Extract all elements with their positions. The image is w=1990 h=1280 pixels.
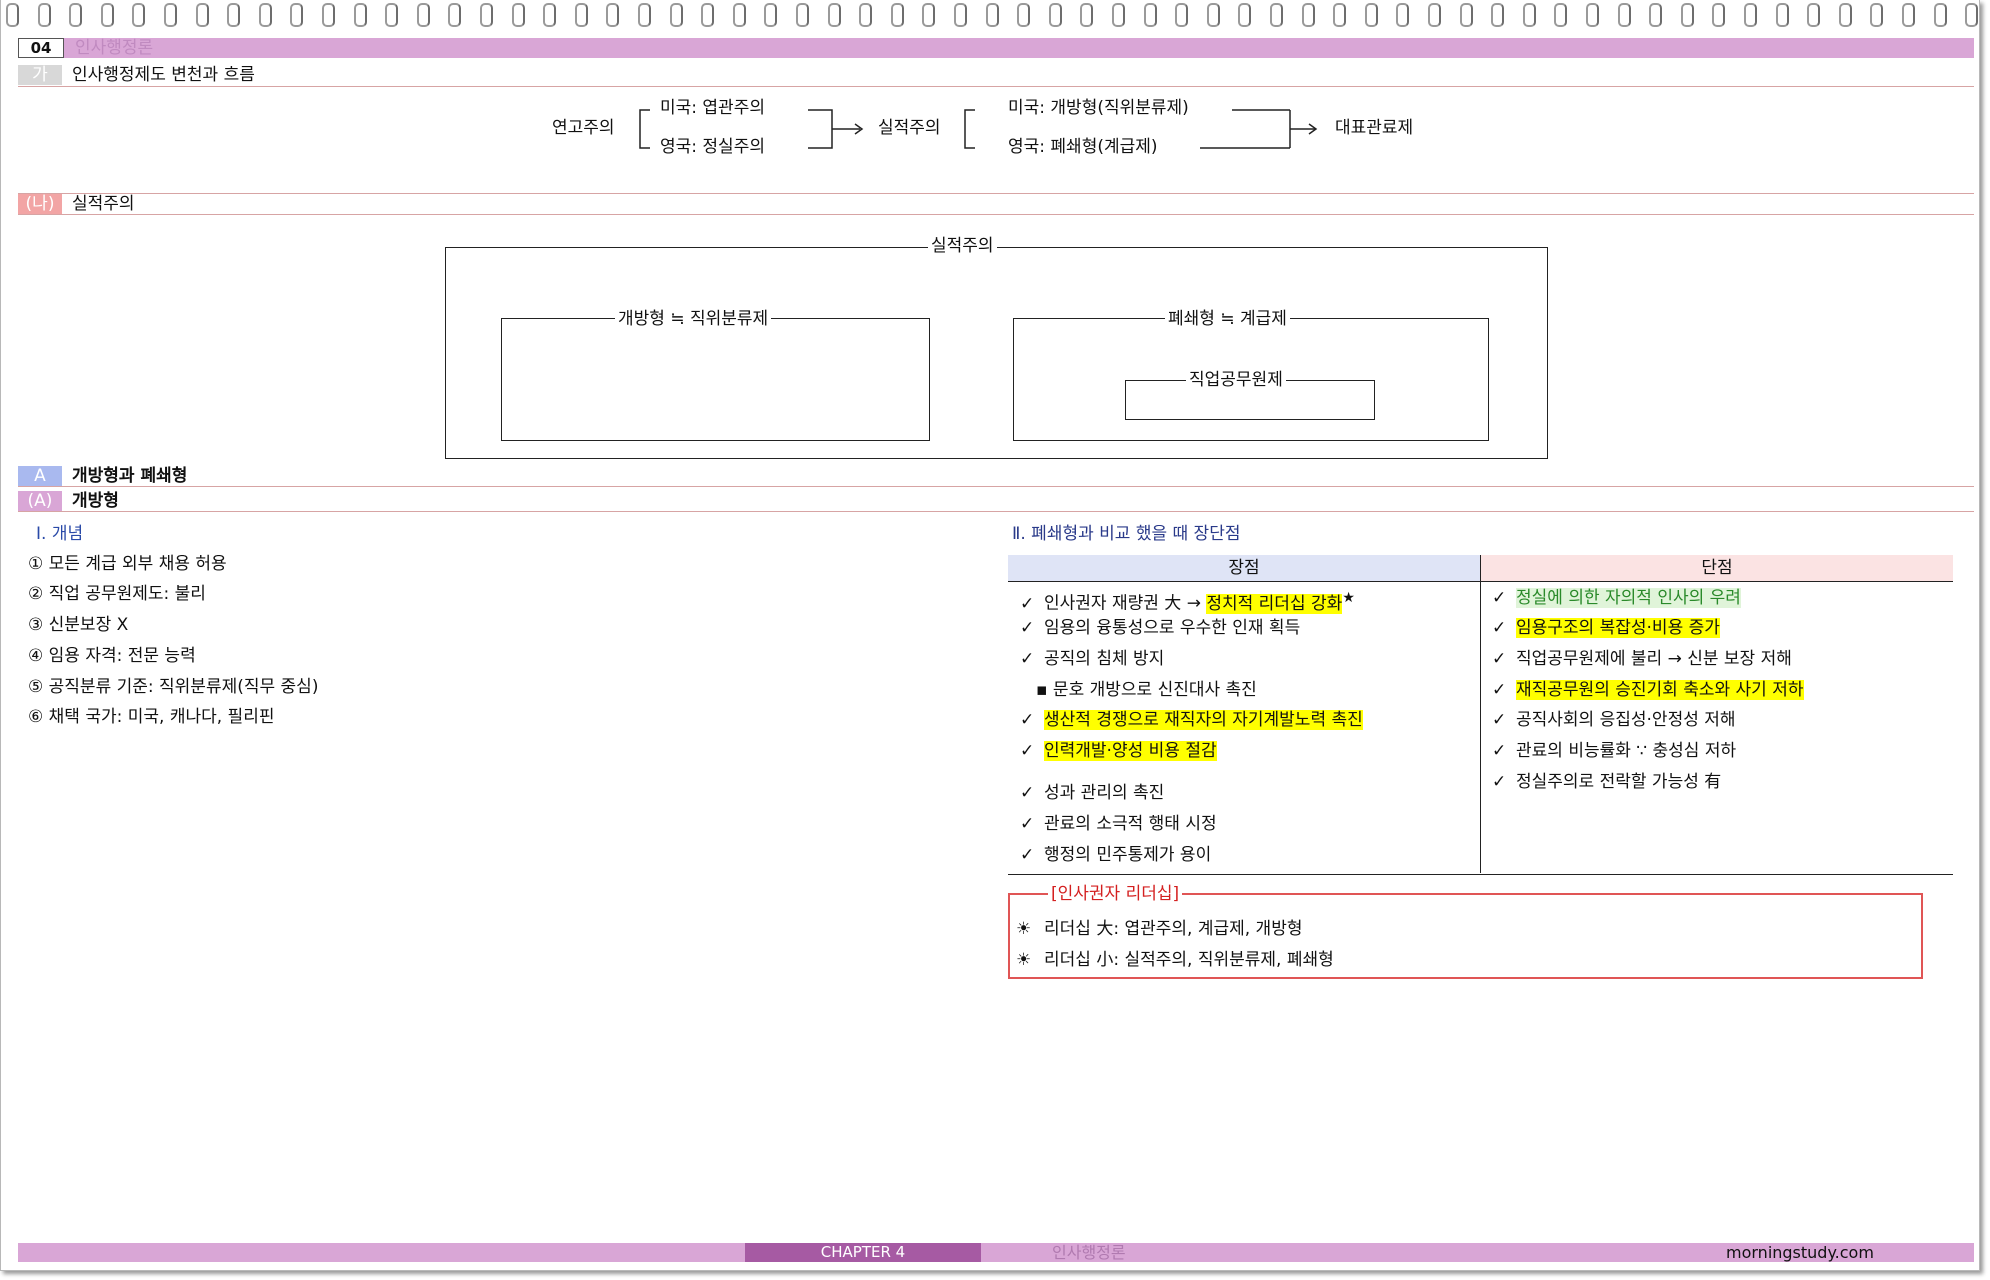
pros-item-1-highlight: 정치적 리더십 강화 — [1206, 593, 1343, 614]
flow-uk-patronage: 영국: 정실주의 — [660, 137, 765, 157]
footer-subject: 인사행정론 — [1052, 1243, 1126, 1262]
table-divider — [1480, 555, 1481, 873]
pros-item-6: ✓ 성과 관리의 촉진 — [1020, 782, 1164, 804]
closed-type-label: 폐쇄형 ≒ 계급제 — [1165, 309, 1290, 329]
pros-item-4: ✓ 생산적 경쟁으로 재직자의 자기계발노력 촉진 — [1020, 709, 1363, 731]
section-aa-marker-bg: (A) — [18, 491, 62, 511]
section-aa-marker: (A) — [27, 491, 53, 511]
pros-item-6-text: 성과 관리의 촉진 — [1044, 783, 1165, 803]
cons-item-6: ✓ 관료의 비능률화 ∵ 충성심 저하 — [1492, 740, 1736, 762]
cons-item-3: ✓ 직업공무원제에 불리 → 신분 보장 저해 — [1492, 648, 1792, 670]
check-icon: ✓ — [1020, 783, 1035, 803]
leadership-big-text: 리더십 大: 엽관주의, 계급제, 개방형 — [1044, 919, 1303, 939]
cons-item-7-text: 정실주의로 전락할 가능성 有 — [1516, 772, 1722, 792]
cons-item-5: ✓ 공직사회의 응집성·안정성 저해 — [1492, 709, 1736, 731]
pros-item-5: ✓ 인력개발·양성 비용 절감 — [1020, 740, 1217, 762]
check-icon: ✓ — [1492, 649, 1507, 669]
check-icon: ✓ — [1492, 680, 1507, 700]
cons-item-2-highlight: 임용구조의 복잡성·비용 증가 — [1516, 618, 1720, 638]
section-a-rule — [18, 466, 1974, 487]
cons-header: 단점 — [1701, 558, 1733, 578]
leadership-big: ☀ 리더십 大: 엽관주의, 계급제, 개방형 — [1016, 918, 1302, 940]
pros-item-3: ✓ 공직의 침체 방지 — [1020, 648, 1164, 670]
section-na-title: 실적주의 — [72, 194, 135, 214]
pros-item-4-highlight: 생산적 경쟁으로 재직자의 자기계발노력 촉진 — [1044, 710, 1363, 730]
open-type-label: 개방형 ≒ 직위분류제 — [615, 309, 772, 329]
pros-header-cell: 장점 — [1008, 555, 1480, 582]
concept-item: ① 모든 계급 외부 채용 허용 — [28, 554, 227, 574]
cons-header-cell: 단점 — [1481, 555, 1953, 582]
check-icon: ✓ — [1020, 845, 1035, 865]
cons-item-7: ✓ 정실주의로 전락할 가능성 有 — [1492, 771, 1721, 793]
flow-representative: 대표관료제 — [1335, 118, 1414, 138]
check-icon: ✓ — [1020, 649, 1035, 669]
footer-site: morningstudy.com — [1726, 1243, 1874, 1262]
section-na-rule — [18, 194, 1974, 215]
check-icon: ✓ — [1020, 593, 1035, 614]
cons-item-4-highlight: 재직공무원의 승진기회 축소와 사기 저하 — [1516, 680, 1804, 700]
leadership-small: ☀ 리더십 小: 실적주의, 직위분류제, 폐쇄형 — [1016, 949, 1334, 971]
cons-item-5-text: 공직사회의 응집성·안정성 저해 — [1516, 710, 1736, 730]
check-icon: ✓ — [1020, 741, 1035, 761]
comparison-heading: Ⅱ. 폐쇄형과 비교 했을 때 장단점 — [1012, 524, 1241, 544]
section-na-marker: (나) — [25, 194, 55, 214]
section-aa-rule — [18, 491, 1974, 512]
cons-item-2: ✓ 임용구조의 복잡성·비용 증가 — [1492, 617, 1720, 639]
cons-item-3-text: 직업공무원제에 불리 → 신분 보장 저해 — [1516, 649, 1792, 669]
pros-item-1: ✓ 인사권자 재량권 大 → 정치적 리더십 강화★ — [1020, 587, 1355, 615]
cons-item-6-text: 관료의 비능률화 ∵ 충성심 저하 — [1516, 741, 1737, 761]
open-type-box — [501, 318, 930, 441]
pros-item-8-text: 행정의 민주통제가 용이 — [1044, 845, 1212, 865]
flow-uk-closed: 영국: 폐쇄형(계급제) — [1008, 137, 1158, 157]
flow-us-spoils: 미국: 엽관주의 — [660, 98, 765, 118]
pros-item-7: ✓ 관료의 소극적 행태 시정 — [1020, 813, 1217, 835]
leadership-small-text: 리더십 小: 실적주의, 직위분류제, 폐쇄형 — [1044, 950, 1334, 970]
concept-item: ⑥ 채택 국가: 미국, 캐나다, 필리핀 — [28, 707, 275, 727]
flow-seniority: 연고주의 — [552, 118, 615, 138]
section-a-marker: A — [34, 466, 46, 486]
pros-item-2-text: 임용의 융통성으로 우수한 인재 획득 — [1044, 618, 1301, 638]
check-icon: ✓ — [1492, 710, 1507, 730]
check-icon: ✓ — [1020, 618, 1035, 638]
pros-item-1-text: 인사권자 재량권 大 → — [1044, 593, 1207, 614]
footer-bar — [18, 1243, 1974, 1262]
merit-outer-label: 실적주의 — [928, 236, 997, 256]
pros-item-2: ✓ 임용의 융통성으로 우수한 인재 획득 — [1020, 617, 1300, 639]
pros-item-5-highlight: 인력개발·양성 비용 절감 — [1044, 741, 1217, 761]
flow-diagram-lines — [639, 109, 1318, 149]
cons-item-1-highlight: 정실에 의한 자의적 인사의 우려 — [1516, 588, 1741, 608]
concept-item: ③ 신분보장 X — [28, 615, 129, 635]
check-icon: ✓ — [1020, 814, 1035, 834]
concept-item: ④ 임용 자격: 전문 능력 — [28, 646, 196, 666]
pros-item-7-text: 관료의 소극적 행태 시정 — [1044, 814, 1217, 834]
pros-item-3-sub: ▪ 문호 개방으로 신진대사 촉진 — [1036, 680, 1257, 700]
flow-us-open: 미국: 개방형(직위분류제) — [1008, 98, 1189, 118]
check-icon: ✓ — [1020, 710, 1035, 730]
check-icon: ✓ — [1492, 741, 1507, 761]
sun-icon: ☀ — [1016, 919, 1032, 939]
flow-merit: 실적주의 — [878, 118, 941, 138]
check-icon: ✓ — [1492, 618, 1507, 638]
pros-header: 장점 — [1228, 558, 1260, 578]
section-a-title: 개방형과 폐쇄형 — [72, 466, 188, 486]
footer-chapter-cell: CHAPTER 4 — [745, 1243, 981, 1262]
concept-heading: Ⅰ. 개념 — [36, 524, 84, 544]
pros-item-3-text: 공직의 침체 방지 — [1044, 649, 1165, 669]
section-aa-title: 개방형 — [72, 491, 119, 511]
career-service-label: 직업공무원제 — [1186, 370, 1286, 390]
pros-item-8: ✓ 행정의 민주통제가 용이 — [1020, 844, 1211, 866]
leadership-title: [인사권자 리더십] — [1048, 884, 1183, 904]
star-icon: ★ — [1342, 590, 1355, 606]
cons-item-4: ✓ 재직공무원의 승진기회 축소와 사기 저하 — [1492, 679, 1804, 701]
concept-item: ② 직업 공무원제도: 불리 — [28, 584, 206, 604]
sun-icon: ☀ — [1016, 950, 1032, 970]
check-icon: ✓ — [1492, 588, 1507, 608]
footer-chapter: CHAPTER 4 — [820, 1243, 906, 1261]
check-icon: ✓ — [1492, 772, 1507, 792]
section-a-marker-bg: A — [18, 466, 62, 486]
section-na-marker-bg: (나) — [18, 194, 62, 214]
cons-item-1: ✓ 정실에 의한 자의적 인사의 우려 — [1492, 587, 1741, 609]
concept-item: ⑤ 공직분류 기준: 직위분류제(직무 중심) — [28, 677, 319, 697]
